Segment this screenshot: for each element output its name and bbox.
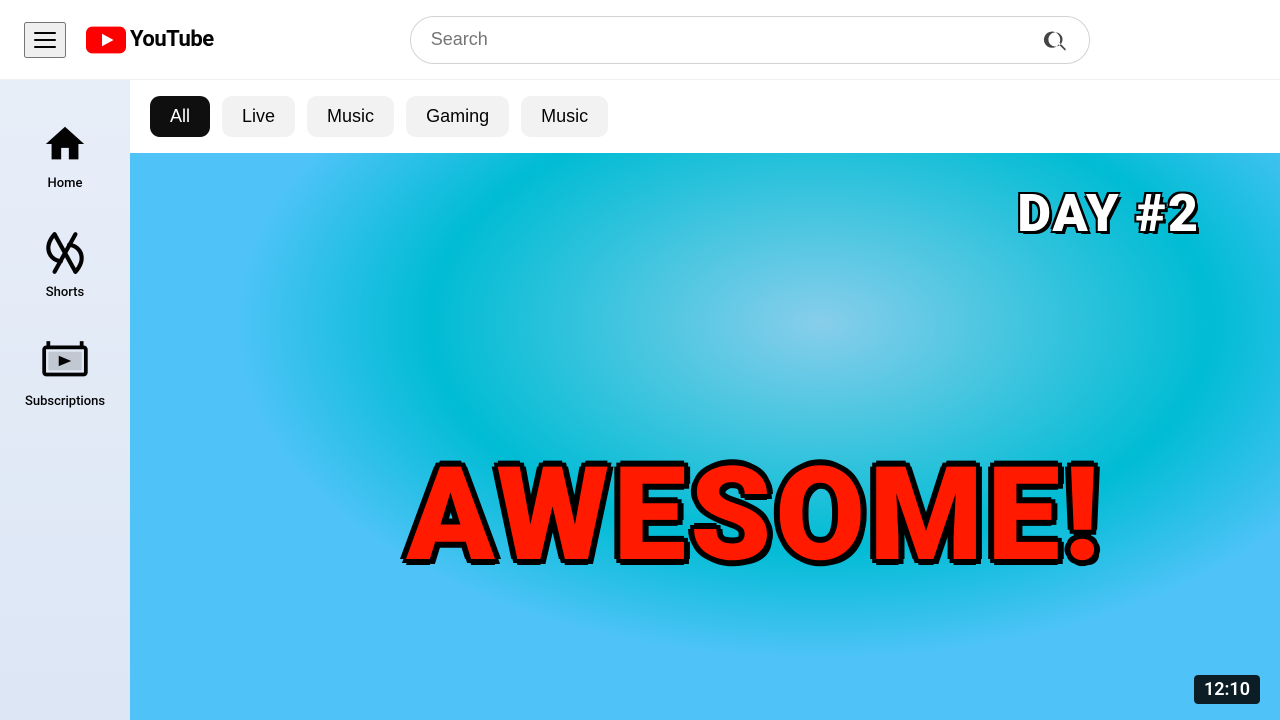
home-label: Home: [48, 176, 83, 191]
content-area: All Live Music Gaming Music DAY #2 AWESO…: [130, 80, 1280, 720]
duration-badge: 12:10: [1194, 675, 1260, 704]
search-button[interactable]: [1023, 27, 1089, 53]
shorts-icon: [39, 227, 91, 279]
home-icon: [39, 118, 91, 170]
chip-gaming[interactable]: Gaming: [406, 96, 509, 137]
chip-music2[interactable]: Music: [521, 96, 608, 137]
chip-all[interactable]: All: [150, 96, 210, 137]
video-thumbnail: DAY #2 AWESOME! 12:10: [130, 153, 1280, 720]
sidebar: Home Shorts: [0, 80, 130, 720]
shorts-label: Shorts: [46, 285, 84, 300]
menu-button[interactable]: [24, 22, 66, 58]
search-icon: [1043, 27, 1069, 53]
chip-live[interactable]: Live: [222, 96, 295, 137]
sidebar-item-subscriptions[interactable]: Subscriptions: [0, 318, 130, 427]
search-container: [410, 16, 1090, 64]
subscriptions-icon: [39, 336, 91, 388]
filter-bar: All Live Music Gaming Music: [130, 80, 1280, 153]
main-layout: Home Shorts: [0, 80, 1280, 720]
video-area[interactable]: DAY #2 AWESOME! 12:10: [130, 153, 1280, 720]
logo-text: YouTube: [130, 27, 214, 52]
header: YouTube: [0, 0, 1280, 80]
subscriptions-label: Subscriptions: [25, 394, 105, 409]
youtube-logo[interactable]: YouTube: [86, 26, 214, 54]
sidebar-item-home[interactable]: Home: [0, 100, 130, 209]
search-bar: [410, 16, 1090, 64]
sidebar-item-shorts[interactable]: Shorts: [0, 209, 130, 318]
main-title-text: AWESOME!: [130, 450, 1280, 580]
chip-music[interactable]: Music: [307, 96, 394, 137]
day-text: DAY #2: [1017, 183, 1200, 244]
search-input[interactable]: [411, 29, 1023, 50]
